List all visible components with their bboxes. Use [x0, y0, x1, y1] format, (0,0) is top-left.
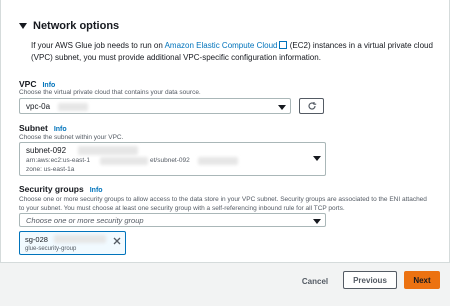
next-button[interactable]: Next	[404, 271, 440, 289]
refresh-button[interactable]	[299, 98, 324, 114]
subnet-arn-redacted	[100, 157, 148, 165]
cancel-button[interactable]: Cancel	[299, 273, 331, 289]
section-title: Network options	[33, 20, 120, 32]
chevron-down-icon	[313, 156, 321, 161]
subnet-zone: zone: us-east-1a	[26, 166, 75, 173]
previous-button[interactable]: Previous	[343, 271, 397, 289]
token-redacted	[54, 235, 106, 243]
subnet-value: subnet-092	[26, 146, 67, 155]
vpc-value: vpc-0a	[26, 102, 51, 111]
vpc-label: VPC Info	[19, 79, 56, 89]
security-group-placeholder: Choose one or more security group	[26, 216, 144, 225]
token-id: sg-028	[25, 235, 48, 244]
subnet-arn-mid: et/subnet-092	[150, 157, 190, 164]
subnet-arn-prefix: arn:aws:ec2:us-east-1	[26, 157, 90, 164]
security-group-token: sg-028 glue-security-group	[19, 231, 126, 255]
chevron-down-icon	[278, 105, 286, 110]
vpc-select[interactable]: vpc-0a	[19, 98, 291, 114]
subnet-arn-redacted-2	[198, 157, 238, 165]
ec2-link[interactable]: Amazon Elastic Compute Cloud	[165, 41, 278, 50]
chevron-down-icon	[313, 219, 321, 224]
subnet-select[interactable]: subnet-092 arn:aws:ec2:us-east-1 et/subn…	[19, 142, 326, 176]
external-link-icon	[278, 41, 287, 49]
security-groups-hint: Choose one or more security groups to al…	[19, 196, 427, 212]
subnet-redacted	[78, 146, 138, 155]
vpc-info-link[interactable]: Info	[42, 82, 55, 89]
network-options-panel: Network options If your AWS Glue job nee…	[0, 0, 450, 263]
subnet-info-link[interactable]: Info	[54, 126, 67, 133]
section-header[interactable]: Network options	[19, 20, 119, 32]
vpc-hint: Choose the virtual private cloud that co…	[19, 89, 201, 96]
close-icon[interactable]	[113, 237, 121, 245]
section-description: If your AWS Glue job needs to run on Ama…	[31, 41, 433, 62]
subnet-label: Subnet Info	[19, 123, 67, 133]
security-groups-info-link[interactable]: Info	[90, 187, 103, 194]
security-group-select[interactable]: Choose one or more security group	[19, 213, 326, 227]
refresh-icon	[307, 102, 316, 110]
security-groups-label: Security groups Info	[19, 184, 103, 194]
caret-down-icon[interactable]	[19, 23, 27, 29]
subnet-hint: Choose the subnet within your VPC.	[19, 134, 124, 141]
vpc-redacted	[58, 103, 88, 111]
token-name: glue-security-group	[25, 246, 77, 252]
